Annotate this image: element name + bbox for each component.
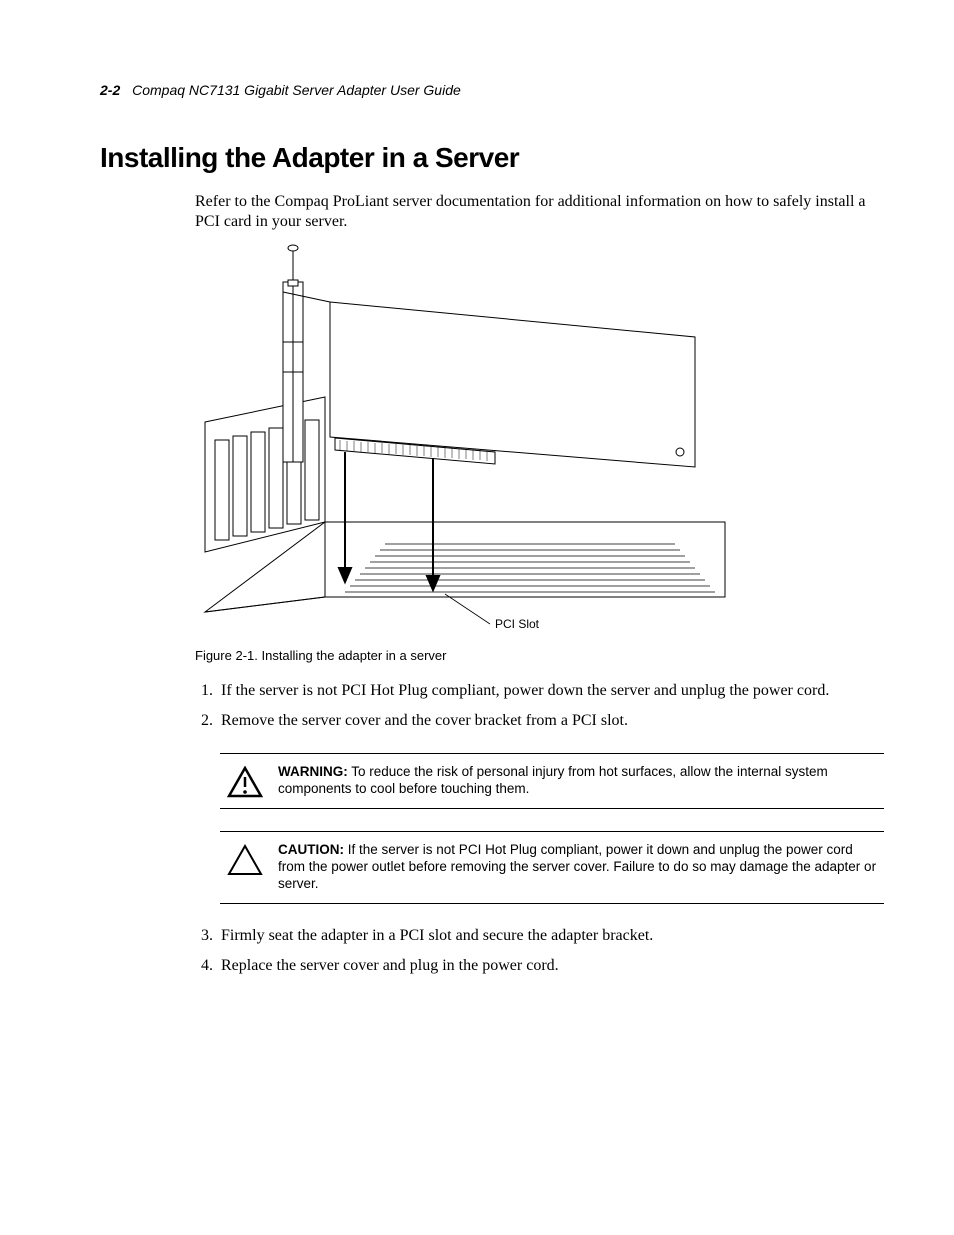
step-3: Firmly seat the adapter in a PCI slot an… [217, 926, 884, 946]
running-header: 2-2 Compaq NC7131 Gigabit Server Adapter… [100, 82, 884, 98]
warning-label: WARNING: [278, 764, 348, 779]
intro-paragraph: Refer to the Compaq ProLiant server docu… [195, 192, 884, 232]
step-list-continued: Firmly seat the adapter in a PCI slot an… [195, 926, 884, 976]
figure-callout: PCI Slot [495, 617, 540, 631]
warning-icon [226, 764, 264, 798]
figure-caption: Figure 2-1. Installing the adapter in a … [195, 648, 884, 663]
step-4: Replace the server cover and plug in the… [217, 956, 884, 976]
caution-icon [226, 842, 264, 876]
step-2: Remove the server cover and the cover br… [217, 711, 884, 731]
figure-illustration: PCI Slot [195, 242, 755, 642]
caution-body: If the server is not PCI Hot Plug compli… [278, 842, 876, 891]
warning-text: WARNING: To reduce the risk of personal … [278, 764, 878, 798]
warning-body: To reduce the risk of personal injury fr… [278, 764, 828, 796]
step-1: If the server is not PCI Hot Plug compli… [217, 681, 884, 701]
book-title: Compaq NC7131 Gigabit Server Adapter Use… [132, 82, 461, 98]
page-number: 2-2 [100, 82, 120, 98]
figure-block: PCI Slot Figure 2-1. Installing the adap… [195, 242, 884, 663]
caution-box: CAUTION: If the server is not PCI Hot Pl… [220, 831, 884, 904]
section-title: Installing the Adapter in a Server [100, 142, 884, 174]
caution-text: CAUTION: If the server is not PCI Hot Pl… [278, 842, 878, 893]
warning-box: WARNING: To reduce the risk of personal … [220, 753, 884, 809]
step-list: If the server is not PCI Hot Plug compli… [195, 681, 884, 731]
caution-label: CAUTION: [278, 842, 344, 857]
